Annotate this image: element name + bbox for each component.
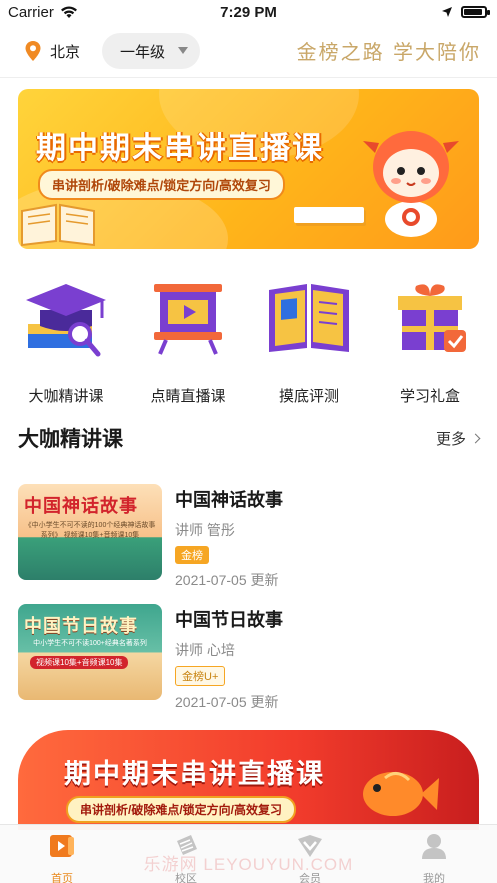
section-title: 大咖精讲课 <box>18 428 123 451</box>
course-item[interactable]: 中国神话故事 《中小学生不可不读的100个经典神话故事系列》 视频课10集+音频… <box>18 484 479 588</box>
course-badge: 金榜 <box>175 546 209 564</box>
chevron-right-icon <box>470 433 481 444</box>
koi-fish-illustration-icon <box>363 772 439 816</box>
course-thumbnail: 中国神话故事 《中小学生不可不读的100个经典神话故事系列》 视频课10集+音频… <box>18 484 162 580</box>
clock: 7:29 PM <box>220 4 277 21</box>
course-updated: 2021-07-05 更新 <box>175 694 279 710</box>
status-bar: Carrier 7:29 PM <box>0 0 497 26</box>
play-screen-icon <box>154 284 222 355</box>
open-book-icon <box>269 284 349 352</box>
course-item[interactable]: 中国节日故事 中小学生不可不读100+经典名著系列 视频课10集+音频课10集 … <box>18 604 479 710</box>
quick-nav-label: 点睛直播课 <box>150 388 226 405</box>
graduation-cap-icon <box>26 284 106 357</box>
quick-nav-item-gift-box[interactable]: 学习礼盒 <box>375 270 485 406</box>
gift-box-icon <box>398 284 466 352</box>
top-header: 北京 一年级 金榜之路 学大陪你 <box>0 26 497 78</box>
quick-nav-item-assessment[interactable]: 摸底评测 <box>254 270 364 406</box>
course-badge: 金榜U+ <box>175 666 226 686</box>
thumbnail-subtitle: 《中小学生不可不读的100个经典神话故事系列》 视频课10集+音频课10集 <box>24 522 156 539</box>
mascot-illustration-icon <box>363 131 459 237</box>
location-selector[interactable]: 北京 <box>24 40 80 62</box>
banner-tagline: 串讲剖析/破除难点/锁定方向/高效复习 <box>38 169 285 200</box>
map-pin-icon <box>25 41 41 61</box>
course-teacher: 讲师 心培 <box>175 642 235 658</box>
watermark: 乐游网 LEYOUYUN.COM <box>143 855 354 874</box>
caret-down-icon <box>178 47 188 54</box>
book-illustration-icon <box>21 203 95 247</box>
brand-slogan: 金榜之路 学大陪你 <box>296 40 481 64</box>
course-title: 中国节日故事 <box>175 610 283 630</box>
quick-nav-item-live-class[interactable]: 点睛直播课 <box>133 270 243 406</box>
location-arrow-icon <box>442 7 452 17</box>
banner-tagline: 串讲剖析/破除难点/锁定方向/高效复习 <box>66 796 297 823</box>
course-title: 中国神话故事 <box>175 490 283 510</box>
course-updated: 2021-07-05 更新 <box>175 572 279 588</box>
course-info: 中国神话故事 讲师 管彤 金榜 2021-07-05 更新 <box>175 484 283 590</box>
location-label: 北京 <box>50 43 81 61</box>
course-teacher: 讲师 管彤 <box>175 522 235 538</box>
quick-nav-label: 学习礼盒 <box>399 388 460 405</box>
promo-banner-secondary[interactable]: 期中期末串讲直播课 串讲剖析/破除难点/锁定方向/高效复习 <box>18 730 479 830</box>
more-link[interactable]: 更多 <box>435 428 481 449</box>
grade-dropdown[interactable]: 一年级 <box>102 33 200 69</box>
course-thumbnail: 中国节日故事 中小学生不可不读100+经典名著系列 视频课10集+音频课10集 <box>18 604 162 700</box>
status-right <box>441 6 490 18</box>
quick-nav: 大咖精讲课 点睛直播课 摸底评测 学习礼盒 <box>0 270 497 405</box>
battery-icon <box>461 6 490 18</box>
banner-decoration <box>294 207 364 223</box>
banner-title: 期中期末串讲直播课 <box>36 132 324 165</box>
thumbnail-subtitle: 中小学生不可不读100+经典名著系列 <box>33 640 147 647</box>
course-info: 中国节日故事 讲师 心培 金榜U+ 2021-07-05 更新 <box>175 604 283 712</box>
thumbnail-title: 中国节日故事 <box>24 616 138 637</box>
banner-title: 期中期末串讲直播课 <box>64 759 325 789</box>
quick-nav-item-master-class[interactable]: 大咖精讲课 <box>11 270 121 406</box>
thumbnail-tag: 视频课10集+音频课10集 <box>30 656 129 669</box>
more-label: 更多 <box>435 431 466 448</box>
promo-banner[interactable]: 期中期末串讲直播课 串讲剖析/破除难点/锁定方向/高效复习 <box>18 89 479 249</box>
thumbnail-title: 中国神话故事 <box>24 496 138 517</box>
quick-nav-label: 摸底评测 <box>278 388 339 405</box>
grade-label: 一年级 <box>120 43 166 61</box>
quick-nav-label: 大咖精讲课 <box>28 388 104 405</box>
